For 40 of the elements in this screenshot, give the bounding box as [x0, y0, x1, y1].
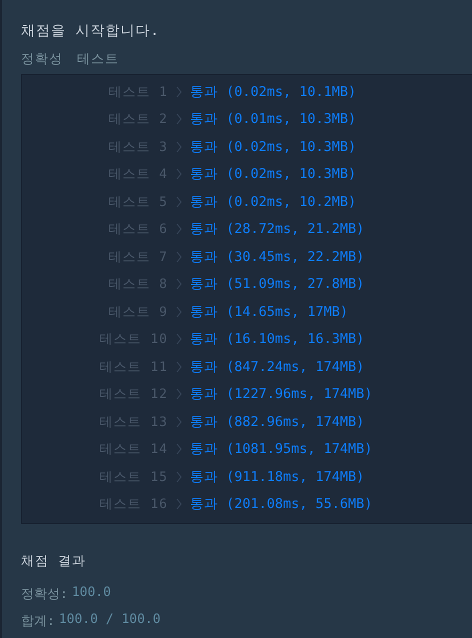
tab[interactable]: 테스트: [77, 50, 119, 68]
test-result: 통과 (847.24ms, 174MB): [190, 358, 366, 376]
test-result: 통과 (1081.95ms, 174MB): [190, 440, 374, 458]
chevron-icon: [176, 196, 182, 208]
test-result: 통과 (0.02ms, 10.3MB): [190, 165, 358, 184]
chevron-icon: [176, 360, 182, 373]
summary-value: 100.0 / 100.0: [58, 612, 161, 629]
chevron-icon: [176, 250, 182, 263]
test-result: 통과 (0.01ms, 10.3MB): [190, 110, 358, 128]
test-result: 통과 (30.45ms, 22.2MB): [190, 248, 366, 266]
test-result: 통과 (201.08ms, 55.6MB): [190, 495, 374, 514]
test-result: 통과 (16.10ms, 16.3MB): [190, 330, 366, 348]
chevron-icon: [176, 388, 182, 400]
test-result: 통과 (0.02ms, 10.2MB): [190, 192, 358, 211]
test-result: 통과 (882.96ms, 174MB): [190, 412, 366, 431]
test-result: 통과 (0.02ms, 10.1MB): [190, 82, 358, 101]
chevron-icon: [176, 86, 182, 98]
chevron-icon: [176, 278, 182, 290]
chevron-icon: [176, 416, 182, 428]
chevron-icon: [176, 470, 182, 483]
test-result: 통과 (14.65ms, 17MB): [190, 302, 350, 321]
tab[interactable]: 정확성: [21, 50, 63, 68]
test-result: 통과 (28.72ms, 21.2MB): [190, 220, 366, 238]
chevron-icon: [176, 333, 182, 346]
chevron-icon: [176, 140, 182, 153]
summary-value: 100.0: [72, 585, 111, 602]
chevron-icon: [176, 443, 182, 456]
test-result: 통과 (51.09ms, 27.8MB): [190, 275, 366, 294]
chevron-icon: [176, 498, 182, 510]
summary-title: 채점 결과: [21, 553, 87, 570]
chevron-icon: [176, 168, 182, 180]
test-result: 통과 (911.18ms, 174MB): [190, 468, 366, 486]
summary-label: 정확성:: [21, 586, 68, 603]
test-result: 통과 (1227.96ms, 174MB): [190, 385, 374, 404]
test-result: 통과 (0.02ms, 10.3MB): [190, 138, 358, 156]
chevron-icon: [176, 223, 182, 236]
page-heading: 채점을 시작합니다.: [21, 22, 161, 40]
summary-label: 합계:: [21, 613, 55, 630]
chevron-icon: [176, 113, 182, 126]
chevron-icon: [176, 306, 182, 318]
